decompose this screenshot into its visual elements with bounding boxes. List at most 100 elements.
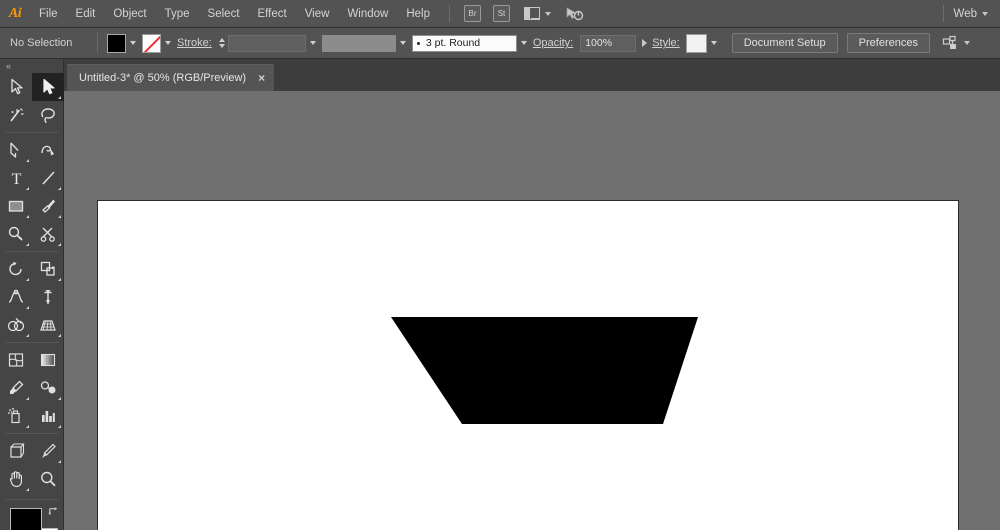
variable-width-profile-input[interactable] [322, 35, 396, 52]
menu-bar: Ai File Edit Object Type Select Effect V… [0, 0, 1000, 28]
artboard-tool[interactable] [0, 437, 32, 465]
rectangle-tool[interactable] [0, 192, 32, 220]
tools-panel: « [0, 59, 64, 530]
scissors-tool[interactable] [32, 220, 64, 248]
shaper-tool[interactable] [0, 220, 32, 248]
lasso-tool[interactable] [32, 101, 64, 129]
gradient-icon [39, 351, 57, 369]
arrange-documents-button[interactable] [524, 7, 551, 20]
opacity-options-arrow-icon[interactable] [642, 39, 647, 47]
fill-color-swatch[interactable] [107, 34, 126, 53]
workspace-chevron-down-icon[interactable] [982, 12, 988, 16]
selection-tool[interactable] [0, 73, 32, 101]
direct-selection-arrow-icon [41, 78, 56, 96]
eyedropper-icon [7, 379, 25, 397]
type-tool[interactable]: T [0, 164, 32, 192]
pen-nib-icon [8, 141, 24, 159]
zoom-tool[interactable] [32, 465, 64, 493]
menu-edit[interactable]: Edit [67, 0, 105, 28]
tools-panel-collapse-button[interactable]: « [0, 59, 63, 73]
menu-file[interactable]: File [30, 0, 67, 28]
scissors-icon [39, 225, 57, 243]
hand-tool[interactable] [0, 465, 32, 493]
fill-swatch-large[interactable] [10, 508, 42, 530]
workspace-switcher-label[interactable]: Web [954, 8, 977, 20]
align-icon [942, 35, 959, 51]
direct-selection-tool[interactable] [32, 73, 64, 101]
canvas-area[interactable] [64, 91, 1000, 530]
menu-effect[interactable]: Effect [249, 0, 296, 28]
mesh-icon [7, 351, 25, 369]
fill-chevron-down-icon[interactable] [130, 41, 136, 45]
line-segment-tool[interactable] [32, 164, 64, 192]
trapezoid-shape[interactable] [391, 317, 698, 424]
artboard[interactable] [98, 201, 958, 530]
blend-tool[interactable] [32, 374, 64, 402]
pen-tool[interactable] [0, 136, 32, 164]
menu-view[interactable]: View [296, 0, 339, 28]
menu-select[interactable]: Select [199, 0, 249, 28]
bridge-button[interactable]: Br [464, 5, 481, 22]
width-tool[interactable] [0, 283, 32, 311]
shape-builder-tool[interactable] [0, 311, 32, 339]
menu-window[interactable]: Window [338, 0, 397, 28]
opacity-label[interactable]: Opacity: [533, 37, 573, 49]
tools-divider-5 [5, 499, 59, 500]
gradient-tool[interactable] [32, 346, 64, 374]
document-tab-label: Untitled-3* @ 50% (RGB/Preview) [79, 72, 246, 84]
control-bar: No Selection Stroke: 3 pt. Round Opacity… [0, 28, 1000, 59]
search-adobe-stock-button[interactable] [565, 6, 585, 22]
stroke-chevron-down-icon[interactable] [165, 41, 171, 45]
lasso-icon [39, 106, 57, 124]
stock-button[interactable]: St [493, 5, 510, 22]
style-label[interactable]: Style: [652, 37, 680, 49]
swap-fill-stroke-icon[interactable] [48, 506, 59, 517]
width-profile-chevron-down-icon[interactable] [400, 41, 406, 45]
stroke-weight-stepper[interactable] [219, 38, 225, 48]
brush-definition-select[interactable]: 3 pt. Round [412, 35, 517, 52]
artboard-icon [7, 442, 25, 460]
menu-object[interactable]: Object [104, 0, 155, 28]
free-transform-tool[interactable] [32, 283, 64, 311]
stroke-weight-label[interactable]: Stroke: [177, 37, 212, 49]
paintbrush-tool[interactable] [32, 192, 64, 220]
tools-grid: T [0, 73, 64, 493]
stroke-color-swatch[interactable] [142, 34, 161, 53]
menu-help[interactable]: Help [397, 0, 439, 28]
preferences-button[interactable]: Preferences [847, 33, 930, 53]
free-transform-icon [39, 288, 57, 306]
brush-preview-icon [417, 42, 420, 45]
document-tab-bar: Untitled-3* @ 50% (RGB/Preview) × [0, 59, 1000, 91]
opacity-input[interactable]: 100% [580, 35, 636, 52]
graphic-style-swatch[interactable] [686, 34, 707, 53]
hand-icon [7, 470, 25, 488]
eyedropper-tool[interactable] [0, 374, 32, 402]
workspace-divider [943, 5, 944, 22]
document-tab[interactable]: Untitled-3* @ 50% (RGB/Preview) × [67, 64, 274, 91]
arrange-documents-icon [524, 7, 540, 20]
perspective-grid-tool[interactable] [32, 311, 64, 339]
align-options-button[interactable] [942, 35, 970, 51]
menubar-divider [449, 5, 450, 22]
rectangle-icon [7, 197, 25, 215]
brush-chevron-down-icon[interactable] [521, 41, 527, 45]
style-chevron-down-icon[interactable] [711, 41, 717, 45]
mesh-tool[interactable] [0, 346, 32, 374]
stroke-weight-chevron-down-icon[interactable] [310, 41, 316, 45]
stroke-weight-input[interactable] [228, 35, 306, 52]
menu-type[interactable]: Type [156, 0, 199, 28]
illustrator-window: Ai File Edit Object Type Select Effect V… [0, 0, 1000, 530]
symbol-sprayer-tool[interactable] [0, 402, 32, 430]
rotate-tool[interactable] [0, 255, 32, 283]
magic-wand-tool[interactable] [0, 101, 32, 129]
slice-knife-icon [39, 442, 57, 460]
scale-tool[interactable] [32, 255, 64, 283]
curvature-tool[interactable] [32, 136, 64, 164]
rotate-icon [7, 260, 25, 278]
close-icon[interactable]: × [258, 72, 265, 84]
app-logo-icon: Ai [0, 0, 30, 28]
width-icon [7, 288, 25, 306]
column-graph-tool[interactable] [32, 402, 64, 430]
slice-tool[interactable] [32, 437, 64, 465]
document-setup-button[interactable]: Document Setup [732, 33, 838, 53]
